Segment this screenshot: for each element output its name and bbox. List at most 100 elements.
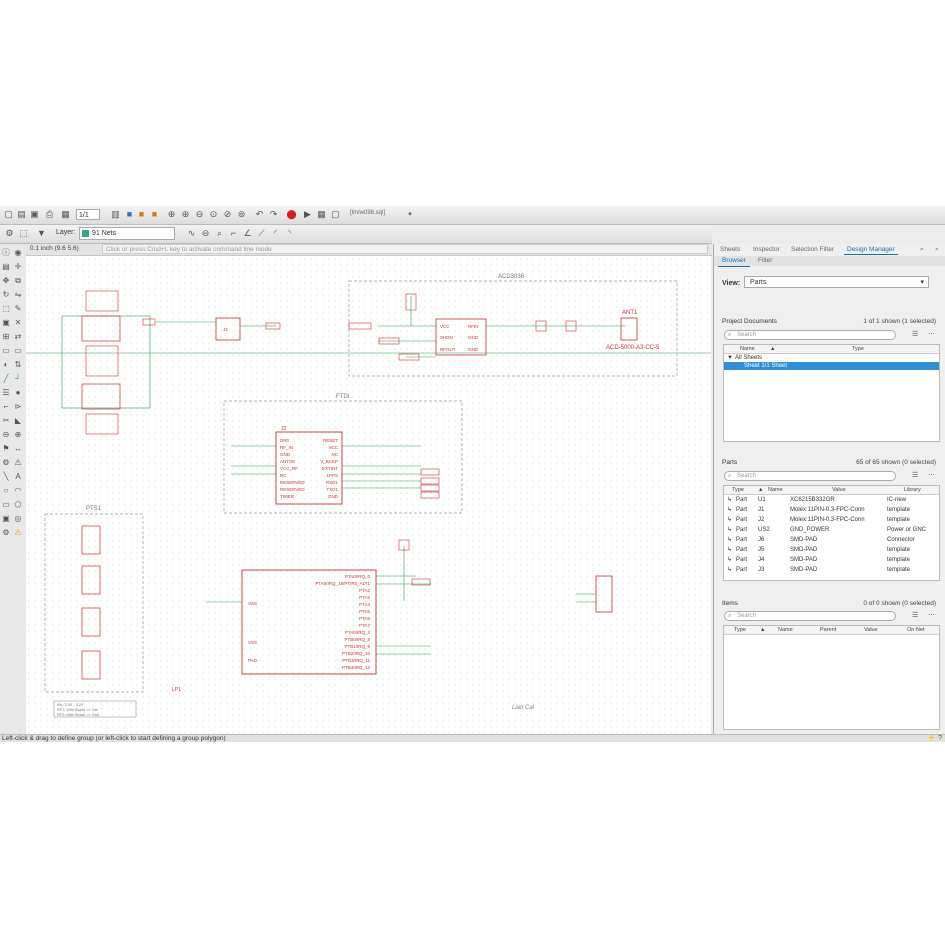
col-name[interactable]: Name (740, 345, 755, 353)
table-row[interactable]: ↳ Part J4 SMD-PAD template (724, 555, 939, 565)
mirror-tool-icon[interactable]: ⇋ (13, 290, 23, 300)
zoom-last-icon[interactable]: ⊘ (222, 209, 233, 220)
display-tool-icon[interactable]: ▤ (1, 262, 11, 272)
move-tool-icon[interactable]: ✥ (1, 276, 11, 286)
search-panel-icon[interactable]: ⌕ (917, 245, 927, 254)
dimension-tool-icon[interactable]: ↔ (13, 444, 23, 454)
zoom-in-icon[interactable]: ⊕ (180, 209, 191, 220)
go-icon[interactable]: ▶ (302, 209, 313, 220)
pinswap-tool-icon[interactable]: ⇅ (13, 360, 23, 370)
bend-45-icon[interactable]: ∠ (242, 228, 253, 239)
sheet-icon[interactable]: ▦ (60, 209, 71, 220)
mark-tool-icon[interactable]: ✛ (13, 262, 23, 272)
paste-tool-icon[interactable]: ▣ (1, 318, 11, 328)
rect-tool-icon[interactable]: ▭ (1, 500, 11, 510)
col-value[interactable]: Value (864, 626, 878, 634)
col-library[interactable]: Library (904, 486, 921, 494)
miter-tool-icon[interactable]: ◣ (13, 416, 23, 426)
table-row[interactable]: ↳ Part U1 XC6215B332GR IC-new (724, 495, 939, 505)
more-options-icon[interactable]: ⋯ (928, 611, 935, 619)
optimize-tool-icon[interactable]: ⊖ (1, 430, 11, 440)
help-icon[interactable]: ? (938, 735, 942, 742)
items-search[interactable]: ⌕ Search (724, 611, 896, 621)
script-icon[interactable]: ■ (149, 209, 160, 220)
page-select[interactable]: 1/1 (76, 209, 100, 220)
table-row[interactable]: ↳ Part J5 SMD-PAD template (724, 545, 939, 555)
schematic-canvas[interactable]: ACD3036 VCC SHDN RFOUT RFIN GND GND ANT1… (26, 256, 711, 734)
bend-90-icon[interactable]: ⌐ (228, 228, 239, 239)
redo-icon[interactable]: ↷ (268, 209, 279, 220)
replace-tool-icon[interactable]: ⇄ (13, 332, 23, 342)
col-type[interactable]: Type (732, 486, 744, 494)
new-file-icon[interactable]: ▢ (3, 209, 14, 220)
lightning-icon[interactable]: ⚡ (927, 735, 936, 742)
text-tool-icon[interactable]: A (13, 472, 23, 482)
layer-select[interactable]: 91 Nets (79, 227, 175, 240)
magnify-icon[interactable]: ⌕ (214, 228, 225, 239)
undo-icon[interactable]: ↶ (254, 209, 265, 220)
rotate-tool-icon[interactable]: ↻ (1, 290, 11, 300)
tab-sheets[interactable]: Sheets (717, 245, 743, 254)
pointer-icon[interactable]: ⬚ (18, 228, 29, 239)
project-docs-search[interactable]: ⌕ Search (724, 330, 896, 340)
open-file-icon[interactable]: ▤ (16, 209, 27, 220)
errors-tool-icon[interactable]: ⚠ (13, 458, 23, 468)
command-line-input[interactable]: Click or press Cmd+L key to activate com… (102, 244, 708, 254)
board-icon[interactable]: ▥ (110, 209, 121, 220)
circle-tool-icon[interactable]: ○ (1, 486, 11, 496)
table-row[interactable]: ↳ Part J6 SMD-PAD Connector (724, 535, 939, 545)
list-view-icon[interactable]: ☰ (912, 611, 918, 619)
smash-tool-icon[interactable]: ◐ (1, 360, 11, 370)
grid-icon[interactable]: ▦ (316, 209, 327, 220)
cam-icon[interactable]: ■ (124, 209, 135, 220)
list-view-icon[interactable]: ☰ (912, 330, 918, 338)
col-parent[interactable]: Parent (820, 626, 836, 634)
subtab-browser[interactable]: Browser (718, 256, 750, 267)
delete-tool-icon[interactable]: ✕ (13, 318, 23, 328)
table-row[interactable]: ↳ Part J1 Molex:11PIN-0.3-FPC-Conn template (724, 505, 939, 515)
col-value[interactable]: Value (832, 486, 846, 494)
arc-tool-icon[interactable]: ◠ (13, 486, 23, 496)
save-icon[interactable]: ▣ (29, 209, 40, 220)
show-tool-icon[interactable]: ◉ (13, 248, 23, 258)
parts-search[interactable]: ⌕ Search (724, 471, 896, 481)
tree-row-all-sheets[interactable]: ▼ All Sheets (724, 354, 939, 362)
info-icon[interactable]: ▢ (330, 209, 341, 220)
col-type[interactable]: Type (734, 626, 746, 634)
zoom-select-icon[interactable]: ⊙ (208, 209, 219, 220)
zoom-small-icon[interactable]: ⊖ (200, 228, 211, 239)
more-options-icon[interactable]: ⋯ (928, 471, 935, 479)
col-name[interactable]: Name (768, 486, 783, 494)
table-row[interactable]: ↳ Part US2 GND_POWER Power or GNC (724, 525, 939, 535)
erc-tool-icon[interactable]: ⚙ (1, 458, 11, 468)
print-icon[interactable]: ⎙ (44, 209, 55, 220)
view-select[interactable]: Parts ▾ (744, 276, 929, 288)
tab-design-manager[interactable]: Design Manager (844, 245, 898, 255)
invoke-tool-icon[interactable]: ⊕ (13, 430, 23, 440)
list-view-icon[interactable]: ☰ (912, 471, 918, 479)
junction-tool-icon[interactable]: ● (13, 388, 23, 398)
tab-inspector[interactable]: Inspector (750, 245, 783, 254)
table-row[interactable]: ↳ Part J3 SMD-PAD template (724, 565, 939, 575)
info-tool-icon[interactable]: ⓘ (1, 248, 11, 258)
settings-icon[interactable]: ⚙ (4, 228, 15, 239)
tab-selection-filter[interactable]: Selection Filter (788, 245, 837, 254)
col-on-net[interactable]: On Net (907, 626, 924, 634)
filter-icon[interactable]: ▼ (36, 228, 47, 239)
bend-round-icon[interactable]: ◜ (270, 228, 281, 239)
net-tool-icon[interactable]: ┘ (13, 374, 23, 384)
wire-tool-icon[interactable]: ╱ (1, 374, 11, 384)
group-tool-icon[interactable]: ⬚ (1, 304, 11, 314)
label-tool-icon[interactable]: ⌐ (1, 402, 11, 412)
stop-icon[interactable]: ⬤ (286, 209, 297, 220)
add-tool-icon[interactable]: ⊞ (1, 332, 11, 342)
bend-free-icon[interactable]: ⟋ (256, 228, 267, 239)
line-tool-icon[interactable]: ╲ (1, 472, 11, 482)
zoom-fit-icon[interactable]: ⊕ (166, 209, 177, 220)
tree-row-sheet-1[interactable]: Sheet 1/1 Sheet (724, 362, 939, 370)
col-name[interactable]: Name (778, 626, 793, 634)
value-tool-icon[interactable]: ▭ (13, 346, 23, 356)
ulp-icon[interactable]: ■ (136, 209, 147, 220)
polygon-tool-icon[interactable]: ⬠ (13, 500, 23, 510)
bend-curve-icon[interactable]: ◝ (284, 228, 295, 239)
